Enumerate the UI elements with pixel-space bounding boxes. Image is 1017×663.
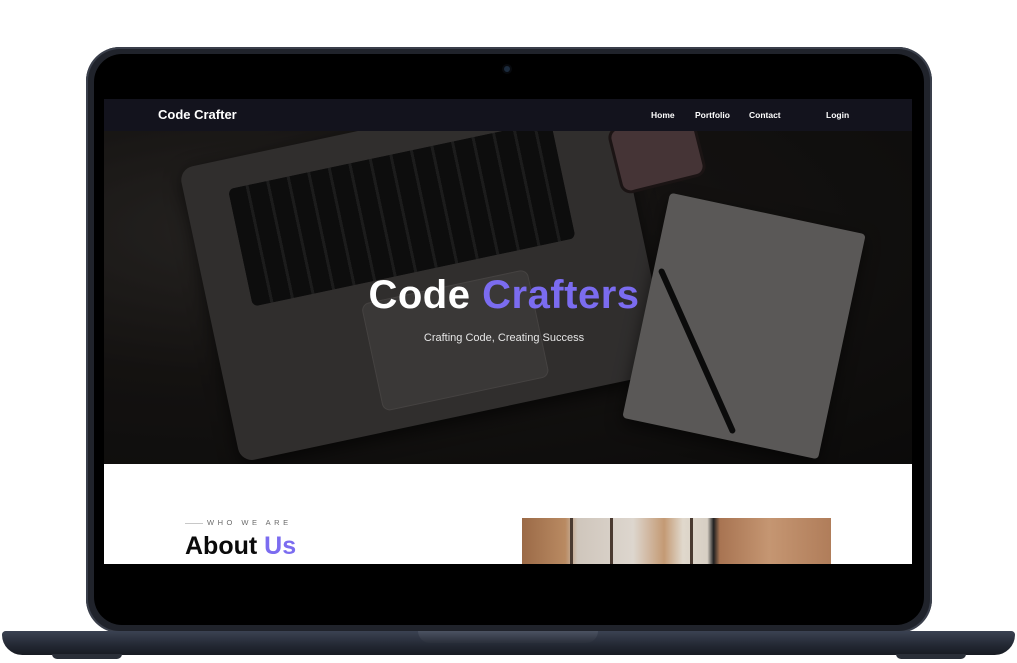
about-image (522, 518, 831, 564)
about-eyebrow: WHO WE ARE (207, 518, 292, 527)
laptop-foot-right (896, 654, 966, 659)
nav-link-home[interactable]: Home (651, 110, 675, 120)
about-heading: About Us (185, 532, 296, 561)
brand-logo[interactable]: Code Crafter (158, 107, 237, 122)
nav-link-contact[interactable]: Contact (749, 110, 781, 120)
camera-icon (504, 66, 510, 72)
about-section: WHO WE ARE About Us (104, 464, 912, 564)
hero-title: Code Crafters (104, 273, 904, 318)
laptop-notch (418, 631, 598, 643)
hero-title-main: Code (368, 273, 471, 317)
laptop-screen: Code Crafter Home Portfolio Contact Logi… (104, 99, 912, 564)
nav-link-login[interactable]: Login (826, 110, 849, 120)
hero-subtitle: Crafting Code, Creating Success (423, 332, 585, 344)
nav-link-portfolio[interactable]: Portfolio (695, 110, 730, 120)
laptop-foot-left (52, 654, 122, 659)
hero-title-accent: Crafters (482, 273, 640, 317)
about-image-window-frame (610, 518, 613, 564)
about-image-window-frame (690, 518, 693, 564)
hero-section: Code Crafters Crafting Code, Creating Su… (104, 131, 912, 464)
navbar: Code Crafter Home Portfolio Contact Logi… (104, 99, 912, 131)
about-heading-main: About (185, 532, 258, 560)
eyebrow-divider (185, 523, 203, 524)
about-image-window-frame (570, 518, 573, 564)
about-heading-accent: Us (264, 532, 297, 560)
